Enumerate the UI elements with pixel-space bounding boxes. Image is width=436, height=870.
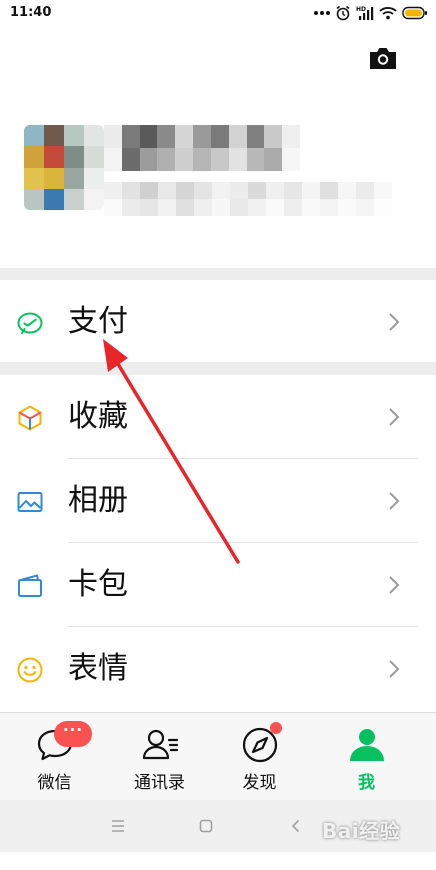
discover-red-dot bbox=[270, 722, 282, 734]
tab-label-chats: 微信 bbox=[37, 773, 72, 793]
chevron-right-icon bbox=[389, 576, 400, 594]
bottom-strip bbox=[0, 852, 436, 870]
tab-chats[interactable]: 微信 bbox=[0, 713, 109, 801]
chevron-right-icon bbox=[389, 660, 400, 678]
photo-album-icon bbox=[17, 492, 43, 512]
menu-item-card-wallet[interactable]: 卡包 bbox=[0, 543, 436, 627]
alarm-icon bbox=[336, 5, 350, 21]
wifi-icon bbox=[379, 7, 397, 20]
card-wallet-icon bbox=[18, 574, 42, 597]
pay-icon bbox=[17, 312, 43, 334]
status-icons: HD bbox=[314, 3, 428, 23]
chevron-right-icon bbox=[389, 408, 400, 426]
tab-contacts[interactable]: 通讯录 bbox=[105, 713, 214, 801]
tab-discover[interactable]: 发现 bbox=[205, 713, 314, 801]
nickname-pixelated bbox=[104, 125, 300, 171]
home-square-icon[interactable] bbox=[196, 816, 216, 836]
camera-button[interactable] bbox=[368, 45, 398, 71]
more-dots-icon bbox=[314, 11, 330, 15]
unread-badge: ··· bbox=[54, 721, 92, 747]
chevron-right-icon bbox=[389, 313, 400, 331]
tab-label-discover: 发现 bbox=[242, 773, 277, 793]
menu-item-stickers[interactable]: 表情 bbox=[0, 627, 436, 711]
chevron-right-icon bbox=[389, 492, 400, 510]
status-time: 11:40 bbox=[10, 5, 52, 20]
watermark: Bai经验 bbox=[322, 819, 401, 843]
tab-bar: 微信 通讯录 发现 我 ··· bbox=[0, 712, 436, 800]
tab-me[interactable]: 我 bbox=[312, 713, 421, 801]
battery-icon bbox=[402, 6, 427, 20]
smiley-sticker-icon bbox=[17, 657, 43, 683]
tab-label-contacts: 通讯录 bbox=[134, 773, 185, 793]
menu-label-pay: 支付 bbox=[68, 304, 128, 339]
svg-text:HD: HD bbox=[356, 6, 366, 13]
menu-lines-icon[interactable] bbox=[108, 816, 128, 836]
hd-signal-icon: HD bbox=[356, 6, 374, 20]
profile-card[interactable] bbox=[0, 100, 436, 268]
wechat-id-pixelated bbox=[104, 182, 392, 216]
status-bar: 11:40 HD bbox=[0, 0, 436, 28]
camera-icon bbox=[370, 48, 396, 69]
favorites-cube-icon bbox=[18, 405, 42, 431]
menu-label-album: 相册 bbox=[68, 483, 128, 518]
menu-item-favorites[interactable]: 收藏 bbox=[0, 375, 436, 459]
section-gap bbox=[0, 268, 436, 280]
avatar[interactable] bbox=[24, 125, 104, 210]
section-gap bbox=[0, 362, 436, 375]
back-chevron-icon[interactable] bbox=[286, 816, 306, 836]
menu-item-album[interactable]: 相册 bbox=[0, 459, 436, 543]
menu-item-pay[interactable]: 支付 bbox=[0, 280, 436, 364]
contacts-icon bbox=[142, 729, 178, 760]
person-icon bbox=[349, 729, 384, 761]
menu-label-favorites: 收藏 bbox=[68, 399, 128, 434]
tab-label-me: 我 bbox=[358, 773, 375, 793]
menu-label-stickers: 表情 bbox=[68, 651, 128, 686]
menu-label-card-wallet: 卡包 bbox=[68, 567, 128, 602]
